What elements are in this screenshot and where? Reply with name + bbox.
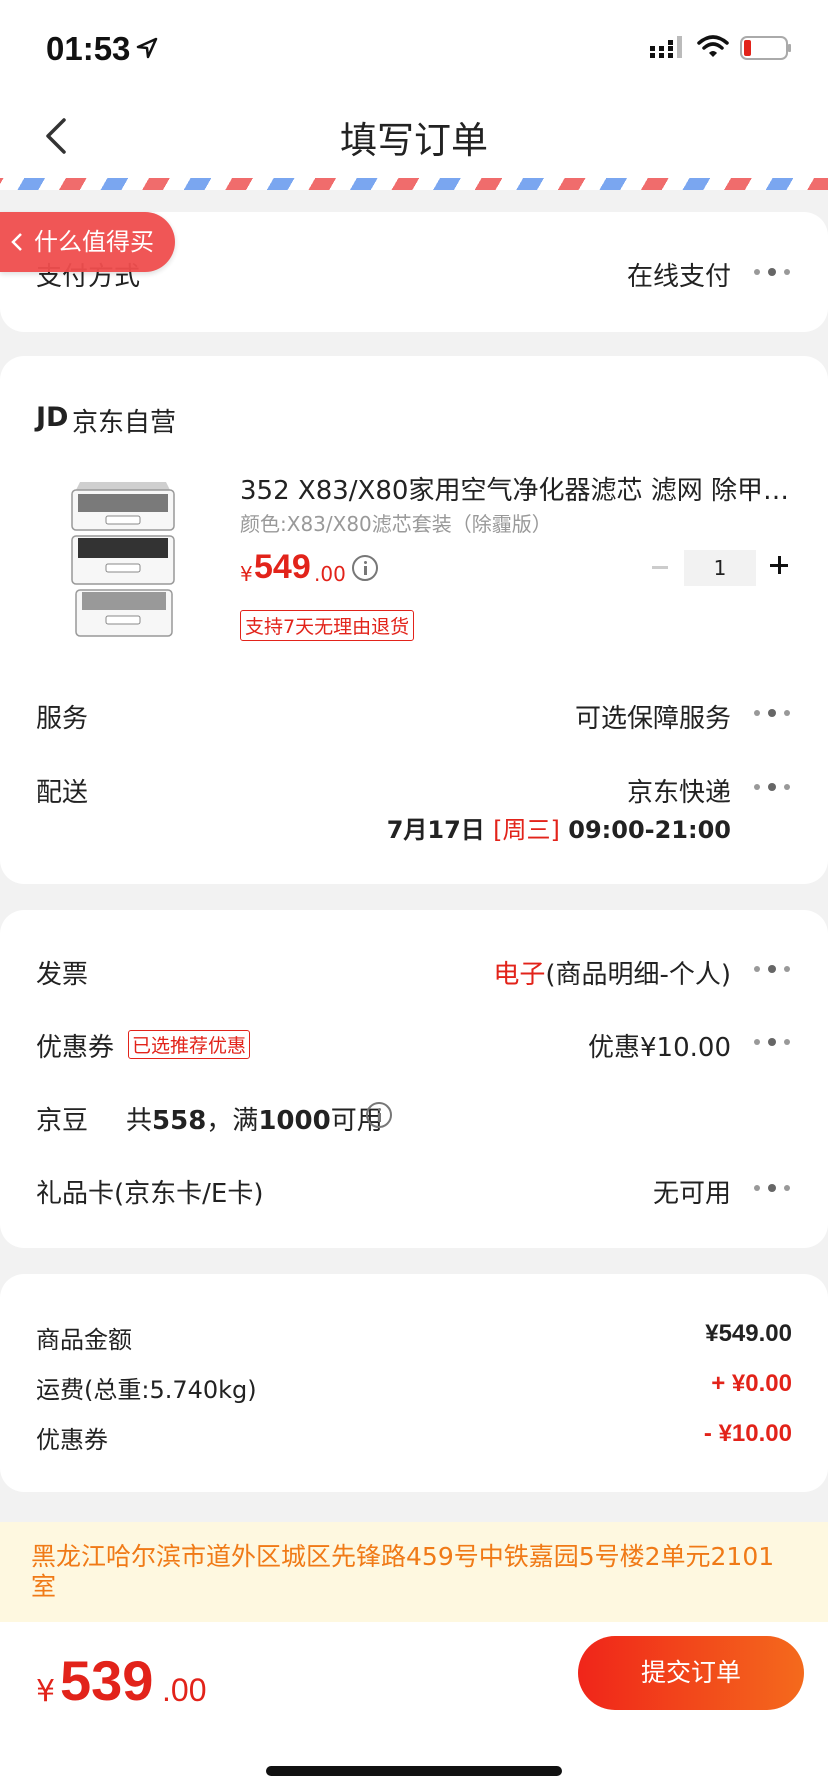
summary-row: 优惠券 <box>36 1420 792 1455</box>
delivery-time: 7月17日 [周三] 09:00-21:00 <box>387 810 731 845</box>
smzdm-tag-label: 什么值得买 <box>34 228 154 256</box>
product-spec: 颜色:X83/X80滤芯套装（除霾版） <box>240 512 552 536</box>
summary-value: + ¥0.00 <box>711 1370 792 1397</box>
coupon-value[interactable]: 优惠¥10.00 <box>588 1027 731 1064</box>
product-title[interactable]: 352 X83/X80家用空气净化器滤芯 滤网 除甲… <box>240 470 790 507</box>
jingdou-label: 京豆 <box>36 1106 89 1136</box>
jingdou-text-prefix: 共 <box>126 1106 153 1136</box>
jingdou-count: 558 <box>152 1106 207 1136</box>
wifi-icon <box>697 35 729 57</box>
page-title: 填写订单 <box>340 119 488 162</box>
summary-value: ¥549.00 <box>705 1320 792 1347</box>
product-image[interactable] <box>66 480 180 644</box>
more-dots-icon[interactable] <box>754 267 792 277</box>
nav-bar: 填写订单 <box>0 90 828 182</box>
delivery-weekday: [周三] <box>493 816 560 844</box>
quantity-plus-button[interactable] <box>770 556 788 574</box>
price-info-icon[interactable] <box>352 555 378 581</box>
jingdou-info-icon[interactable] <box>366 1102 392 1128</box>
price-currency: ¥ <box>240 562 253 586</box>
price-decimal: .00 <box>314 562 346 586</box>
invoice-detail: (商品明细-个人) <box>545 960 731 990</box>
airmail-stripe-divider <box>0 178 828 190</box>
invoice-value[interactable]: 电子(商品明细-个人) <box>493 954 731 991</box>
total-integer: 539 <box>60 1649 154 1712</box>
delivery-time-range: 09:00-21:00 <box>568 816 731 844</box>
summary-label: 运费(总重:5.740kg) <box>36 1376 257 1404</box>
more-dots-icon[interactable] <box>754 708 792 718</box>
summary-row: 运费(总重:5.740kg) <box>36 1370 792 1405</box>
bottom-bar: ¥ 539 .00 提交订单 <box>0 1622 828 1792</box>
gift-card-label: 礼品卡(京东卡/E卡) <box>36 1179 264 1209</box>
invoice-label: 发票 <box>36 960 89 990</box>
store-name: 京东自营 <box>72 408 177 438</box>
smzdm-return-tag[interactable]: 什么值得买 <box>0 212 175 272</box>
coupon-label: 优惠券 <box>36 1033 115 1063</box>
coupon-recommended-badge: 已选推荐优惠 <box>128 1030 251 1059</box>
location-arrow-icon <box>136 37 158 59</box>
summary-label: 优惠券 <box>36 1426 108 1454</box>
quantity-minus-button[interactable] <box>652 566 668 569</box>
total-decimal: .00 <box>162 1672 207 1708</box>
delivery-date: 7月17日 <box>386 816 485 844</box>
summary-value: - ¥10.00 <box>703 1420 792 1447</box>
chevron-left-icon <box>11 233 22 251</box>
invoice-type: 电子 <box>493 960 546 990</box>
status-time: 01:53 <box>46 30 131 67</box>
submit-order-button[interactable]: 提交订单 <box>578 1636 804 1710</box>
total-currency: ¥ <box>36 1674 56 1709</box>
summary-row: 商品金额 <box>36 1320 792 1355</box>
home-indicator[interactable] <box>266 1766 562 1776</box>
more-dots-icon[interactable] <box>754 1037 792 1047</box>
delivery-label: 配送 <box>36 778 89 808</box>
return-policy-badge: 支持7天无理由退货 <box>240 610 415 641</box>
jd-logo: JD <box>36 402 69 433</box>
delivery-value[interactable]: 京东快递 <box>627 772 731 809</box>
more-dots-icon[interactable] <box>754 1183 792 1193</box>
jingdou-threshold: 1000 <box>258 1106 331 1136</box>
jingdou-info: 共558，满1000可用 <box>126 1100 383 1137</box>
gift-card-value[interactable]: 无可用 <box>653 1173 731 1210</box>
delivery-address-bar[interactable]: 黑龙江哈尔滨市道外区城区先锋路459号中铁嘉园5号楼2单元2101室 <box>0 1522 828 1622</box>
service-label: 服务 <box>36 704 89 734</box>
status-bar: 01:53 <box>0 0 828 90</box>
quantity-field[interactable]: 1 <box>684 550 756 586</box>
more-dots-icon[interactable] <box>754 782 792 792</box>
jingdou-text-mid: ，满 <box>206 1106 259 1136</box>
more-dots-icon[interactable] <box>754 964 792 974</box>
battery-low-icon <box>740 36 791 60</box>
price-integer: 549 <box>254 548 311 586</box>
payment-value: 在线支付 <box>626 262 731 292</box>
service-value[interactable]: 可选保障服务 <box>575 698 731 735</box>
summary-label: 商品金额 <box>36 1326 132 1354</box>
cellular-signal-icon <box>650 36 682 58</box>
